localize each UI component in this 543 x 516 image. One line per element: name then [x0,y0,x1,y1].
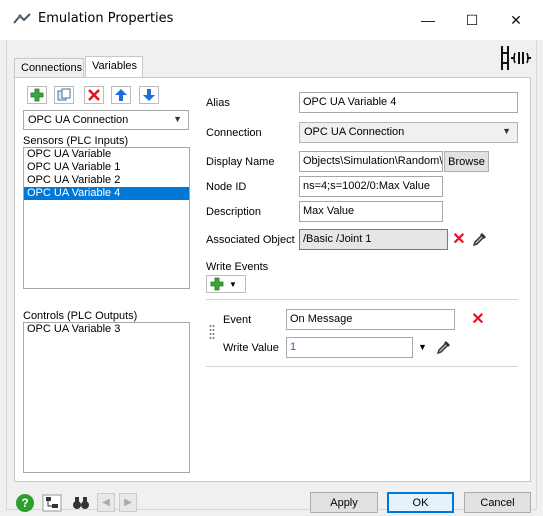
description-label: Description [206,206,262,218]
copy-icon [57,88,71,101]
emulation-icon [501,46,531,70]
help-icon[interactable]: ? [16,494,34,512]
copy-variable-button[interactable] [54,86,74,104]
controls-list[interactable]: OPC UA Variable 3 [23,322,190,473]
sensors-label: Sensors (PLC Inputs) [23,135,129,147]
arrow-up-icon [115,89,127,101]
list-item-selected[interactable]: OPC UA Variable 4 [24,187,189,200]
plus-icon [210,277,224,291]
associated-object-input[interactable]: /Basic /Joint 1 [299,229,448,250]
connection-select[interactable]: OPC UA Connection ▼ [299,122,518,143]
window-title: Emulation Properties [38,11,174,26]
list-item[interactable]: OPC UA Variable 1 [24,161,189,174]
browse-button[interactable]: Browse [444,151,489,172]
display-name-input[interactable]: Objects\Simulation\Random\Random [299,151,443,172]
list-item[interactable]: OPC UA Variable 2 [24,174,189,187]
sensors-list[interactable]: OPC UA Variable OPC UA Variable 1 OPC UA… [23,147,190,289]
chevron-down-icon[interactable]: ▼ [418,342,427,352]
connection-select-value: OPC UA Connection [304,126,405,138]
tree-icon[interactable] [42,494,62,512]
associated-object-label: Associated Object [206,234,295,246]
write-value-label: Write Value [223,342,279,354]
add-variable-button[interactable] [27,86,47,104]
divider [206,366,518,367]
write-value-input[interactable]: 1 [286,337,413,358]
minimize-button[interactable]: — [406,6,450,34]
connection-filter-value: OPC UA Connection [28,114,129,126]
chevron-down-icon: ▼ [502,126,511,136]
drag-handle-icon[interactable] [209,324,215,342]
chevron-down-icon: ▼ [229,279,237,289]
divider [206,299,518,300]
tab-variables[interactable]: Variables [85,56,143,78]
display-name-label: Display Name [206,156,275,168]
eyedropper-icon[interactable] [436,339,452,355]
plus-icon [30,88,44,102]
connection-filter-select[interactable]: OPC UA Connection ▼ [23,110,189,130]
clear-object-icon[interactable]: ✕ [452,232,466,248]
connection-label: Connection [206,127,262,139]
node-id-label: Node ID [206,181,247,193]
chevron-down-icon: ▼ [173,114,182,124]
write-events-label: Write Events [206,261,269,273]
apply-button[interactable]: Apply [310,492,378,513]
list-item[interactable]: OPC UA Variable 3 [24,323,189,336]
list-item[interactable]: OPC UA Variable [24,148,189,161]
forward-arrow-icon[interactable]: ▶ [119,493,137,512]
event-input[interactable]: On Message [286,309,455,330]
app-icon [13,13,31,24]
arrow-down-icon [143,89,155,101]
delete-icon [88,89,100,101]
alias-label: Alias [206,97,230,109]
eyedropper-icon[interactable] [472,231,488,247]
event-label: Event [223,314,252,326]
node-id-input[interactable]: ns=4;s=1002/0:Max Value [299,176,443,197]
delete-event-icon[interactable]: ✕ [471,312,485,328]
delete-variable-button[interactable] [84,86,104,104]
title-bar: Emulation Properties — ☐ ✕ [0,0,543,40]
cancel-button[interactable]: Cancel [464,492,531,513]
controls-label: Controls (PLC Outputs) [23,310,138,322]
binoculars-icon[interactable] [72,495,90,511]
move-down-button[interactable] [139,86,159,104]
back-arrow-icon[interactable]: ◀ [97,493,115,512]
move-up-button[interactable] [111,86,131,104]
description-input[interactable]: Max Value [299,201,443,222]
alias-input[interactable]: OPC UA Variable 4 [299,92,518,113]
close-button[interactable]: ✕ [494,6,538,34]
maximize-button[interactable]: ☐ [450,6,494,34]
add-event-button[interactable]: ▼ [206,275,246,293]
tab-connections[interactable]: Connections [14,58,84,78]
ok-button[interactable]: OK [387,492,454,513]
